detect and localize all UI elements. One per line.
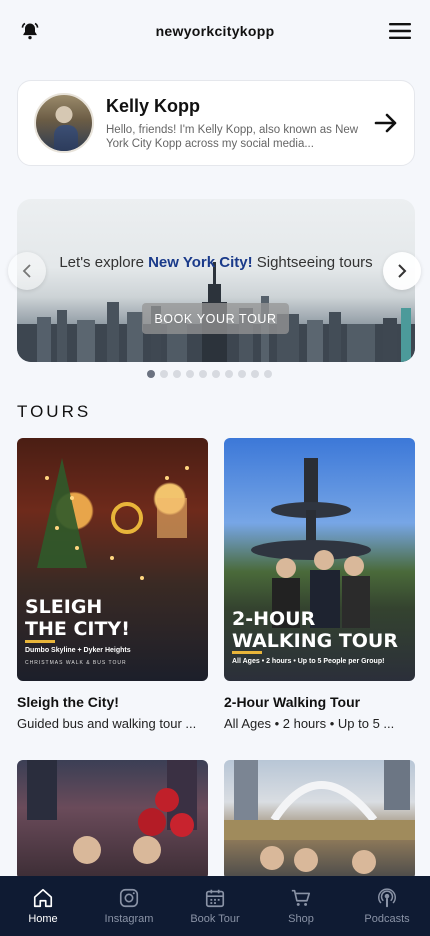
book-your-tour-button[interactable]: BOOK YOUR TOUR [142, 303, 289, 334]
site-title[interactable]: newyorkcitykopp [156, 23, 275, 39]
nav-instagram-label: Instagram [104, 913, 154, 925]
nav-shop-label: Shop [288, 913, 314, 925]
hero-banner[interactable]: Let's explore New York City! Sightseeing… [17, 199, 415, 362]
podcast-icon [378, 888, 396, 908]
calendar-icon [205, 889, 225, 908]
instagram-icon [119, 888, 139, 908]
chevron-left-icon [22, 264, 31, 278]
tour-underline [25, 640, 55, 643]
bottom-nav: Home Instagram Book Tour Shop Podcasts [0, 876, 430, 936]
tour-overlay-subtitle: All Ages • 2 hours • Up to 5 People per … [232, 658, 385, 665]
tour-description: Guided bus and walking tour ... [17, 716, 197, 731]
tour-name[interactable]: 2-Hour Walking Tour [224, 694, 360, 710]
carousel-dots [147, 370, 272, 378]
top-bar: newyorkcitykopp [0, 0, 430, 62]
tour-description: All Ages • 2 hours • Up to 5 ... [224, 716, 395, 731]
profile-name: Kelly Kopp [106, 95, 201, 116]
nav-shop[interactable]: Shop [258, 887, 344, 925]
tour-card-image[interactable] [17, 760, 208, 880]
carousel-dot[interactable] [251, 370, 259, 378]
tour-overlay-subtitle-2: CHRISTMAS WALK & BUS TOUR [25, 660, 127, 666]
chevron-right-icon [398, 264, 407, 278]
carousel-dot[interactable] [199, 370, 207, 378]
carousel-next-button[interactable] [383, 252, 421, 290]
arrow-right-icon[interactable] [372, 109, 400, 137]
carousel-dot[interactable] [186, 370, 194, 378]
carousel-dot[interactable] [173, 370, 181, 378]
carousel-dot[interactable] [238, 370, 246, 378]
nav-podcasts[interactable]: Podcasts [344, 887, 430, 925]
oculus-image [224, 760, 415, 874]
menu-icon[interactable] [388, 19, 412, 43]
tour-card-image[interactable]: 2-HOUR WALKING TOUR All Ages • 2 hours •… [224, 438, 415, 681]
nav-podcasts-label: Podcasts [364, 913, 410, 925]
carousel-dot[interactable] [147, 370, 155, 378]
profile-card[interactable]: Kelly Kopp Hello, friends! I'm Kelly Kop… [17, 80, 415, 166]
home-icon [33, 888, 53, 908]
christmas-lights-image [37, 458, 189, 580]
tour-card-image[interactable]: SLEIGH THE CITY! Dumbo Skyline + Dyker H… [17, 438, 208, 681]
banner-headline: Let's explore New York City! Sightseeing… [59, 254, 373, 271]
nav-book-tour-label: Book Tour [190, 913, 240, 925]
tour-overlay-title: 2-HOUR WALKING TOUR [232, 608, 398, 652]
tour-overlay-subtitle: Dumbo Skyline + Dyker Heights [25, 647, 131, 654]
nav-book-tour[interactable]: Book Tour [172, 887, 258, 925]
profile-text: Kelly Kopp Hello, friends! I'm Kelly Kop… [106, 96, 364, 151]
tour-underline [232, 651, 262, 654]
tour-card-image[interactable] [224, 760, 415, 880]
nav-home[interactable]: Home [0, 887, 86, 925]
carousel-dot[interactable] [225, 370, 233, 378]
bell-icon[interactable] [18, 19, 42, 43]
carousel-prev-button[interactable] [8, 252, 46, 290]
tours-section-title: TOURS [17, 402, 92, 421]
avatar [34, 93, 94, 153]
ornaments-image [27, 760, 197, 864]
carousel-dot[interactable] [264, 370, 272, 378]
carousel-dot[interactable] [160, 370, 168, 378]
tour-overlay-title: SLEIGH THE CITY! [25, 596, 130, 640]
tour-name[interactable]: Sleigh the City! [17, 694, 119, 710]
profile-description: Hello, friends! I'm Kelly Kopp, also kno… [106, 123, 359, 150]
carousel-dot[interactable] [212, 370, 220, 378]
nav-instagram[interactable]: Instagram [86, 887, 172, 925]
cart-icon [291, 889, 311, 906]
nav-home-label: Home [28, 913, 58, 925]
